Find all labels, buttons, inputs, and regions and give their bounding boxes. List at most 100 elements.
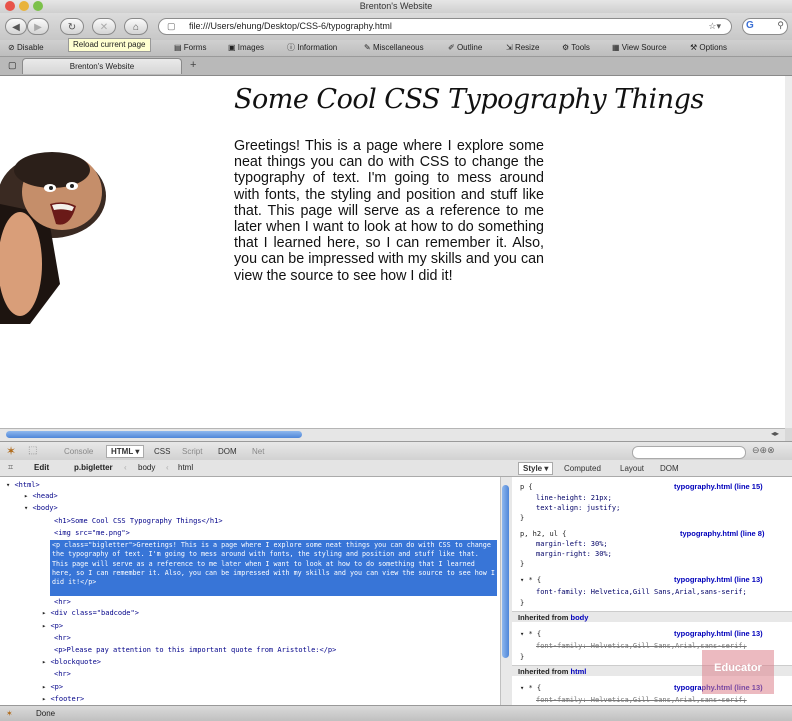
tree-node-body[interactable]: ▾ <body> <box>24 504 58 513</box>
toolbar-item-disable[interactable]: ⊘ Disable <box>8 42 44 54</box>
chevron-down-icon: ▾ <box>544 464 549 473</box>
css-rule-selector[interactable]: ▾ * { <box>520 630 541 639</box>
tools-icon: ⚙ <box>562 43 570 52</box>
home-button[interactable]: ⌂ <box>124 18 148 35</box>
css-rule-selector[interactable]: ▾ * { <box>520 576 541 585</box>
page-title: Some Cool CSS Typography Things <box>234 84 704 115</box>
inspect-icon[interactable]: ⬚ <box>28 445 37 456</box>
css-property-overridden[interactable]: font-family: Helvetica,Gill Sans,Arial,s… <box>536 696 786 705</box>
firebug-icon[interactable]: ✶ <box>6 444 16 458</box>
tree-node-hr[interactable]: <hr> <box>54 670 71 679</box>
reload-button[interactable]: ↻ <box>60 18 84 35</box>
window-title: Brenton's Website <box>359 1 433 11</box>
tab-script[interactable]: Script <box>182 447 202 456</box>
collapse-toggle-icon: ▸ <box>42 658 47 666</box>
page-horizontal-scroll-thumb[interactable] <box>6 431 302 438</box>
css-property[interactable]: line-height: 21px; <box>536 494 612 503</box>
me-image <box>0 152 106 324</box>
css-property[interactable]: margin-right: 30%; <box>536 550 612 559</box>
css-rule-selector[interactable]: ▾ * { <box>520 684 541 693</box>
window-controls-icon[interactable]: ⊖⊕⊗ <box>752 445 775 456</box>
tab-bar: ▢ Brenton's Website + <box>0 57 792 76</box>
tree-node-div-badcode[interactable]: ▸ <div class="badcode"> <box>42 609 139 618</box>
css-rule-close: } <box>520 514 525 522</box>
tab-layout[interactable]: Layout <box>620 464 644 473</box>
inherited-body-link[interactable]: body <box>571 613 589 622</box>
toolbar-item-information[interactable]: ⓘ Information <box>287 42 337 54</box>
collapse-toggle-icon: ▸ <box>42 695 47 703</box>
css-property[interactable]: text-align: justify; <box>536 504 620 513</box>
close-window-button[interactable] <box>5 1 15 11</box>
forward-button[interactable]: ▶ <box>27 18 49 35</box>
bookmark-star-icon[interactable]: ☆▾ <box>708 19 721 34</box>
tree-node-img[interactable]: <img src="me.png"> <box>54 529 130 538</box>
tree-node-p-selected[interactable]: <p class="bigletter">Greetings! This is … <box>50 540 497 596</box>
zoom-window-button[interactable] <box>33 1 43 11</box>
stop-icon: ✕ <box>99 22 109 33</box>
tree-node-blockquote[interactable]: ▸ <blockquote> <box>42 658 101 667</box>
tab-html[interactable]: HTML ▾ <box>106 445 145 458</box>
collapse-toggle-icon: ▾ <box>520 684 525 692</box>
inherited-html-link[interactable]: html <box>571 667 587 676</box>
navigation-toolbar: ◀ ▶ ↻ ✕ ⌂ ▢ file:///Users/ehung/Desktop/… <box>0 13 792 40</box>
css-rule-close: } <box>520 560 525 568</box>
tab-css[interactable]: CSS <box>154 447 170 456</box>
css-property[interactable]: font-family: Helvetica,Gill Sans,Arial,s… <box>536 588 786 597</box>
options-icon: ⚒ <box>690 43 698 52</box>
page-vertical-scrollbar[interactable] <box>785 76 792 428</box>
toolbar-item-forms[interactable]: ▤ Forms <box>174 42 206 54</box>
css-property[interactable]: margin-left: 30%; <box>536 540 608 549</box>
toolbar-item-view-source[interactable]: ▦ View Source <box>612 42 667 54</box>
toolbar-item-tools[interactable]: ⚙ Tools <box>562 42 590 54</box>
tree-node-h1[interactable]: <h1>Some Cool CSS Typography Things</h1> <box>54 517 223 526</box>
tree-node-p-quote-intro[interactable]: <p>Please pay attention to this importan… <box>54 646 336 655</box>
css-rule-source-link[interactable]: typography.html (line 13) <box>674 629 763 638</box>
breadcrumb-body[interactable]: body <box>138 463 155 472</box>
tree-node-footer[interactable]: ▸ <footer> <box>42 695 84 704</box>
tree-node-p[interactable]: ▸ <p> <box>42 622 63 631</box>
tab-brentons-website[interactable]: Brenton's Website <box>22 58 182 74</box>
tree-node-hr[interactable]: <hr> <box>54 634 71 643</box>
address-text: file:///Users/ehung/Desktop/CSS-6/typogr… <box>189 21 392 31</box>
css-rule-selector[interactable]: p { <box>520 483 533 492</box>
firebug-status-icon[interactable]: ✶ <box>6 706 13 721</box>
tab-dom-side[interactable]: DOM <box>660 464 679 473</box>
tree-node-html[interactable]: ▾ <html> <box>6 481 40 490</box>
css-rule-selector[interactable]: p, h2, ul { <box>520 530 566 539</box>
page-horizontal-scrollbar[interactable]: ◂▸ <box>0 428 785 441</box>
firebug-search-input[interactable] <box>632 446 746 459</box>
toolbar-item-resize[interactable]: ⇲ Resize <box>506 42 539 54</box>
back-button[interactable]: ◀ <box>5 18 27 35</box>
css-rule-source-link[interactable]: typography.html (line 8) <box>680 529 764 538</box>
tab-console[interactable]: Console <box>64 447 93 456</box>
tree-node-p[interactable]: ▸ <p> <box>42 683 63 692</box>
toolbar-item-options[interactable]: ⚒ Options <box>690 42 727 54</box>
minimize-window-button[interactable] <box>19 1 29 11</box>
home-icon: ⌂ <box>132 22 140 33</box>
scroll-arrows-icon[interactable]: ◂▸ <box>771 429 779 438</box>
search-box[interactable]: G ⚲ <box>742 18 788 35</box>
tab-computed[interactable]: Computed <box>564 464 601 473</box>
tab-style[interactable]: Style ▾ <box>518 462 554 475</box>
tab-net[interactable]: Net <box>252 447 264 456</box>
toolbar-item-outline[interactable]: ✐ Outline <box>448 42 482 54</box>
address-bar[interactable]: ▢ file:///Users/ehung/Desktop/CSS-6/typo… <box>158 18 732 35</box>
edit-button[interactable]: Edit <box>34 463 49 472</box>
new-tab-button[interactable]: + <box>190 59 196 71</box>
tab-dom[interactable]: DOM <box>218 447 237 456</box>
status-bar: ✶ Done <box>0 705 792 721</box>
toolbar-item-miscellaneous[interactable]: ✎ Miscellaneous <box>364 42 424 54</box>
css-rule-source-link[interactable]: typography.html (line 13) <box>674 575 763 584</box>
tree-node-hr[interactable]: <hr> <box>54 598 71 607</box>
miscellaneous-icon: ✎ <box>364 43 371 52</box>
html-panel-scroll-thumb[interactable] <box>502 485 509 658</box>
breadcrumb-html[interactable]: html <box>178 463 193 472</box>
css-rule-close: } <box>520 653 525 661</box>
breadcrumb-p-bigletter[interactable]: p.bigletter <box>74 463 113 472</box>
intro-paragraph: Greetings! This is a page where I explor… <box>234 138 544 284</box>
css-rule-source-link[interactable]: typography.html (line 15) <box>674 482 763 491</box>
toolbar-item-images[interactable]: ▣ Images <box>228 42 264 54</box>
tree-node-head[interactable]: ▸ <head> <box>24 492 58 501</box>
window-title-bar: Brenton's Website <box>0 0 792 13</box>
stop-button[interactable]: ✕ <box>92 18 116 35</box>
